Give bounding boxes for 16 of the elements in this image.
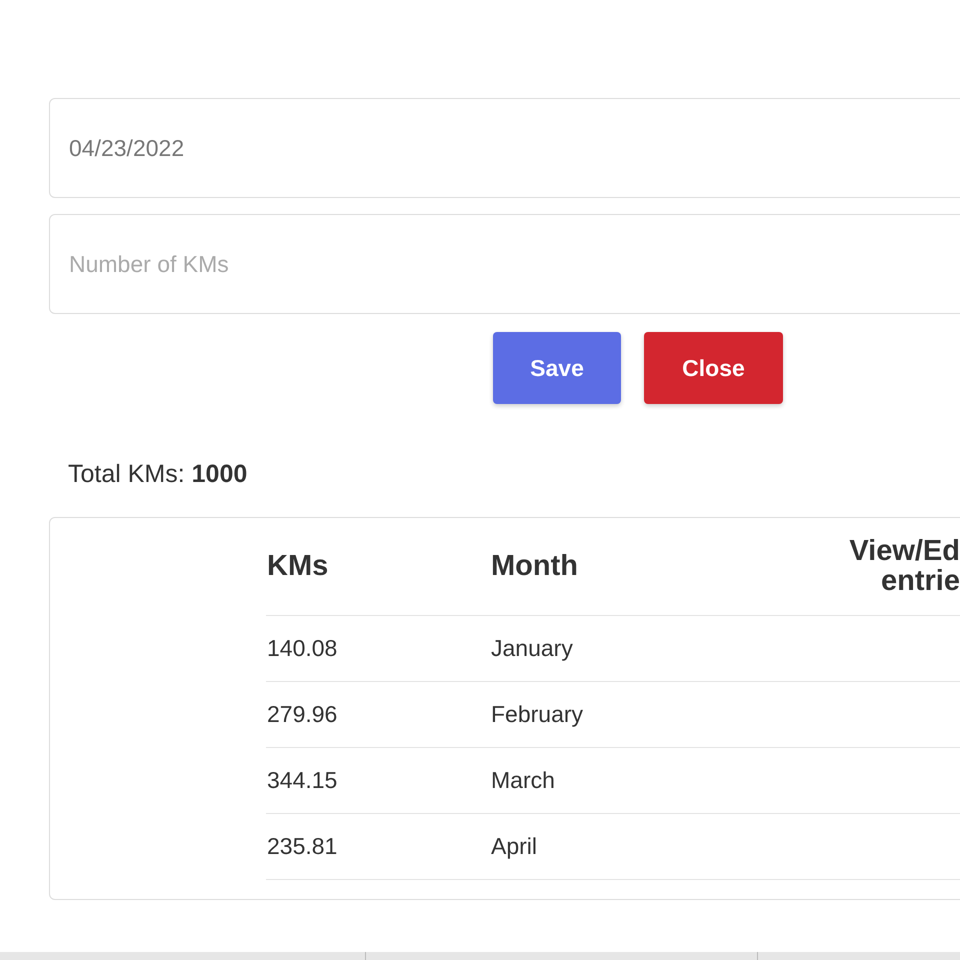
column-header: View/Ed entrie	[790, 518, 960, 616]
table-cell: March	[490, 748, 790, 814]
table-cell: 235.81	[266, 814, 490, 880]
save-button[interactable]: Save	[493, 332, 621, 404]
kms-field[interactable]: Number of KMs	[49, 214, 960, 314]
column-header: Month	[490, 518, 790, 616]
table-cell: January	[490, 616, 790, 682]
date-field[interactable]: 04/23/2022	[49, 98, 960, 198]
total-kms-text: Total KMs: 1000	[68, 459, 248, 490]
table-cell: April	[490, 814, 790, 880]
table-cell: 140.08	[266, 616, 490, 682]
table-cell: 279.96	[266, 682, 490, 748]
column-header: KMs	[266, 518, 490, 616]
close-button[interactable]: Close	[644, 332, 783, 404]
table-cell: 344.15	[266, 748, 490, 814]
table-cell: February	[490, 682, 790, 748]
